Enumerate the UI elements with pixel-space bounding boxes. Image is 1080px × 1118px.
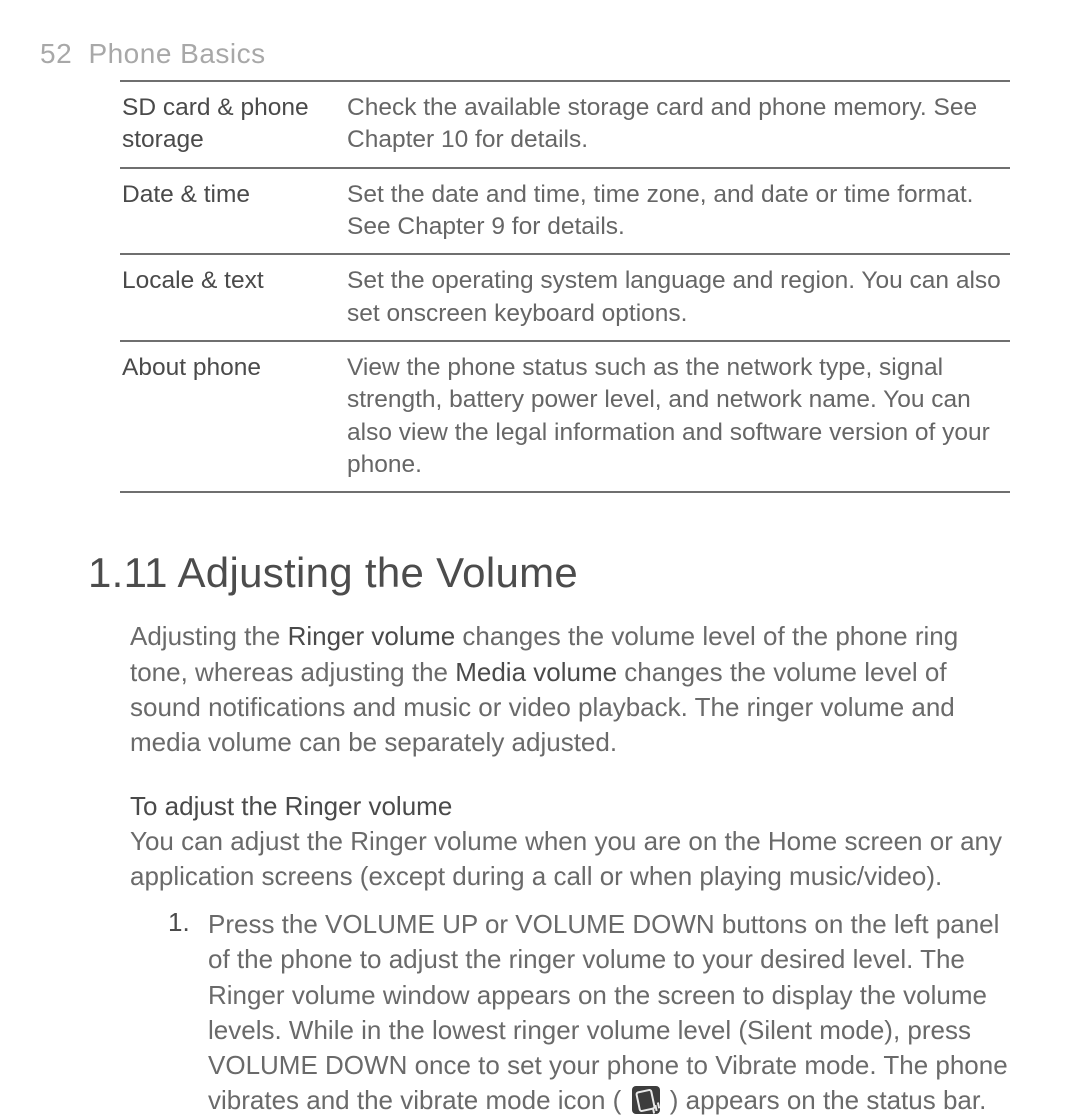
setting-desc: Set the operating system language and re… bbox=[345, 254, 1010, 341]
setting-desc: Check the available storage card and pho… bbox=[345, 81, 1010, 168]
page-number: 52 bbox=[40, 38, 72, 69]
setting-desc: View the phone status such as the networ… bbox=[345, 341, 1010, 492]
settings-table: SD card & phone storage Check the availa… bbox=[120, 80, 1010, 493]
intro-paragraph: Adjusting the Ringer volume changes the … bbox=[130, 619, 1015, 760]
subsection-paragraph: You can adjust the Ringer volume when yo… bbox=[130, 824, 1015, 894]
setting-name: About phone bbox=[120, 341, 345, 492]
section-name: Phone Basics bbox=[88, 38, 265, 69]
setting-name: Locale & text bbox=[120, 254, 345, 341]
vibrate-mode-icon bbox=[632, 1086, 660, 1114]
step-number: 1. bbox=[168, 907, 208, 1118]
table-row: Date & time Set the date and time, time … bbox=[120, 168, 1010, 255]
intro-text: Adjusting the bbox=[130, 621, 288, 651]
table-row: SD card & phone storage Check the availa… bbox=[120, 81, 1010, 168]
setting-name: SD card & phone storage bbox=[120, 81, 345, 168]
table-row: About phone View the phone status such a… bbox=[120, 341, 1010, 492]
table-row: Locale & text Set the operating system l… bbox=[120, 254, 1010, 341]
section-heading: 1.11 Adjusting the Volume bbox=[88, 549, 1022, 597]
intro-bold: Ringer volume bbox=[288, 621, 456, 651]
step-text: Press the VOLUME UP or VOLUME DOWN butto… bbox=[208, 907, 1023, 1118]
setting-name: Date & time bbox=[120, 168, 345, 255]
subsection-heading: To adjust the Ringer volume bbox=[130, 791, 1015, 822]
step-text-post: ) appears on the status bar. bbox=[663, 1085, 987, 1115]
section-body: Adjusting the Ringer volume changes the … bbox=[130, 619, 1015, 1118]
ordered-step: 1. Press the VOLUME UP or VOLUME DOWN bu… bbox=[168, 907, 1023, 1118]
page-header: 52 Phone Basics bbox=[40, 38, 1022, 70]
manual-page: 52 Phone Basics SD card & phone storage … bbox=[0, 0, 1080, 1080]
intro-bold: Media volume bbox=[455, 657, 617, 687]
setting-desc: Set the date and time, time zone, and da… bbox=[345, 168, 1010, 255]
